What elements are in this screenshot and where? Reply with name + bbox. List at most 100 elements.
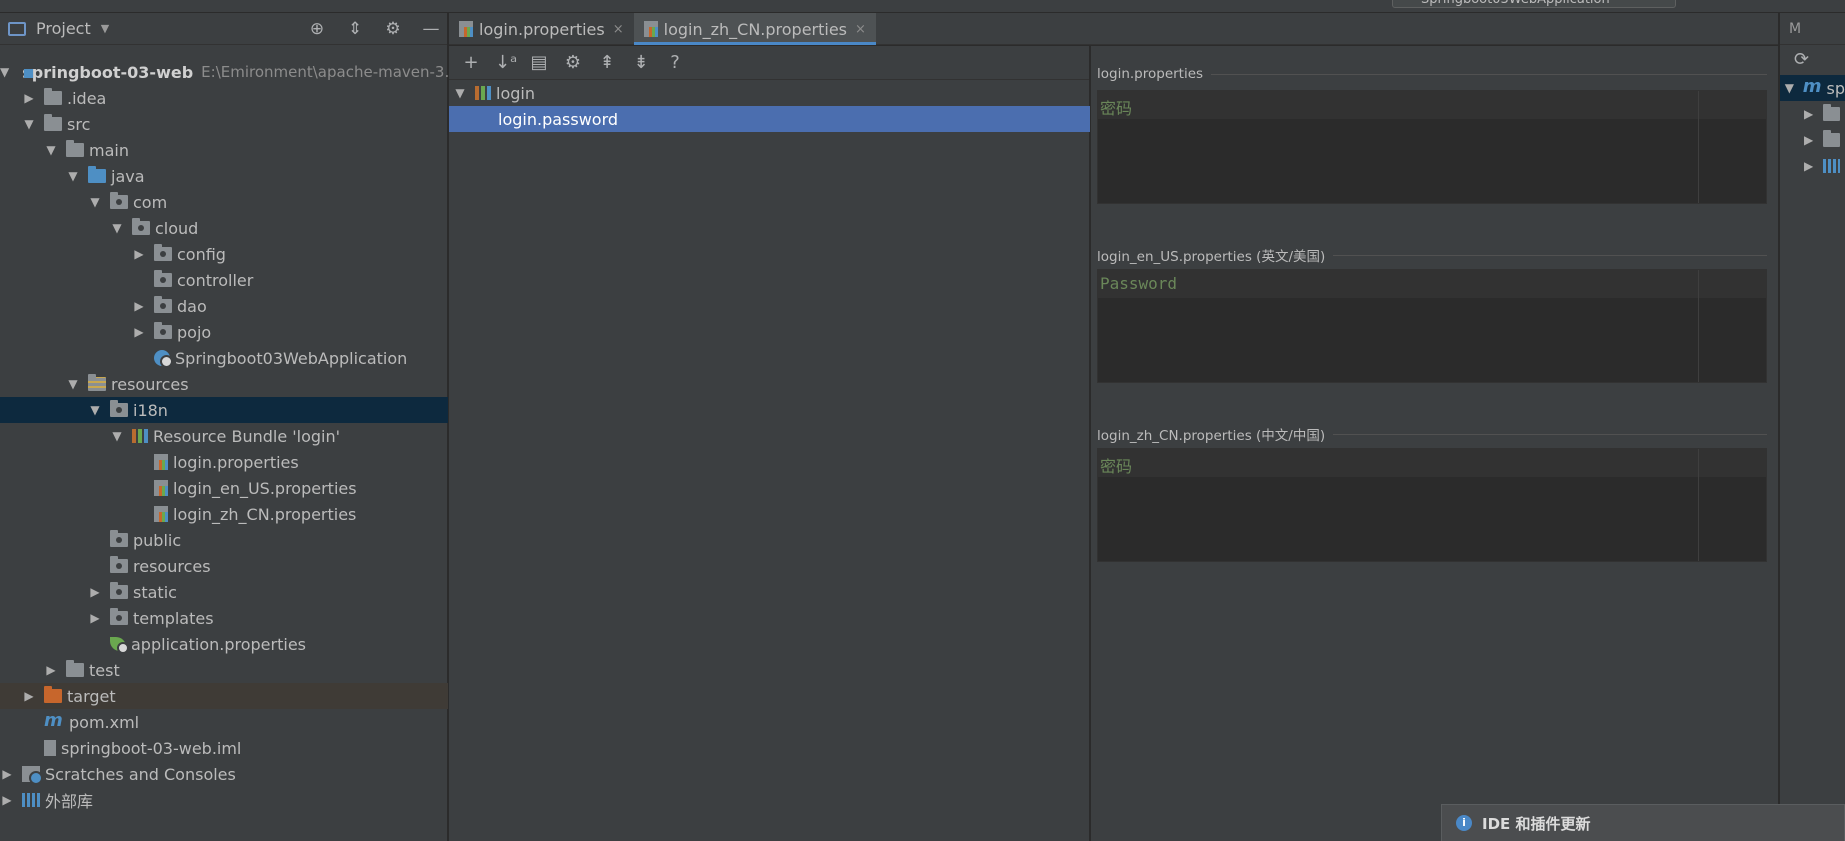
collapse-arrow-icon[interactable]: ▶: [0, 767, 14, 781]
expand-arrow-icon[interactable]: ▼: [88, 195, 102, 209]
properties-file-icon: [459, 21, 473, 37]
tree-item-scratches[interactable]: ▶ Scratches and Consoles: [0, 761, 448, 787]
tab-label: login.properties: [479, 19, 605, 39]
package-icon: [154, 270, 172, 287]
tree-item-pojo[interactable]: ▶ pojo: [0, 319, 448, 345]
expand-arrow-icon[interactable]: ▼: [88, 403, 102, 417]
collapse-arrow-icon[interactable]: ▶: [1802, 133, 1815, 147]
maven-plugins-item[interactable]: ▶: [1780, 127, 1845, 153]
refresh-icon[interactable]: ⟳: [1780, 45, 1845, 75]
value-editor-en-us[interactable]: Password: [1097, 269, 1767, 383]
collapse-arrow-icon[interactable]: ▶: [1802, 159, 1815, 173]
tree-item-i18n[interactable]: ▼ i18n: [0, 397, 448, 423]
tree-item-iml[interactable]: ▶ springboot-03-web.iml: [0, 735, 448, 761]
expand-arrow-icon[interactable]: ▼: [44, 143, 58, 157]
expand-arrow-icon[interactable]: ▼: [110, 221, 124, 235]
value-editor-default[interactable]: 密码: [1097, 90, 1767, 204]
tree-item-static[interactable]: ▶ static: [0, 579, 448, 605]
sort-icon[interactable]: ↓ᵃ: [495, 52, 517, 73]
notification-text: IDE 和插件更新: [1482, 814, 1591, 833]
add-icon[interactable]: +: [461, 52, 481, 73]
maven-lifecycle-item[interactable]: ▶: [1780, 101, 1845, 127]
tree-item-login-en-us-properties[interactable]: ▶ login_en_US.properties: [0, 475, 448, 501]
tree-item-dao[interactable]: ▶ dao: [0, 293, 448, 319]
expand-arrow-icon[interactable]: ▼: [1784, 81, 1795, 95]
tree-item-application-class[interactable]: ▶ Springboot03WebApplication: [0, 345, 448, 371]
tree-item-resources-sub[interactable]: ▶ resources: [0, 553, 448, 579]
collapse-arrow-icon[interactable]: ▶: [88, 611, 102, 625]
tree-item-target[interactable]: ▶ target: [0, 683, 448, 709]
tree-item-cloud[interactable]: ▼ cloud: [0, 215, 448, 241]
tree-item-external-libraries[interactable]: ▶ 外部库: [0, 787, 448, 813]
close-icon[interactable]: ×: [613, 22, 624, 37]
run-configuration-selector[interactable]: Springboot03WebApplication: [1392, 0, 1676, 8]
collapse-arrow-icon[interactable]: ▶: [22, 689, 36, 703]
help-icon[interactable]: ?: [665, 52, 685, 73]
update-notification[interactable]: i IDE 和插件更新: [1441, 804, 1845, 841]
tree-item-label: login.properties: [173, 452, 299, 472]
iml-file-icon: [44, 740, 56, 756]
value-text[interactable]: 密码: [1098, 449, 1766, 477]
tree-item-application-properties[interactable]: ▶ application.properties: [0, 631, 448, 657]
collapse-all-icon[interactable]: ⇟: [631, 52, 651, 73]
tree-item-idea[interactable]: ▶ .idea: [0, 85, 448, 111]
hide-panel-icon[interactable]: —: [421, 19, 441, 39]
locate-file-icon[interactable]: ⊕: [307, 19, 327, 39]
tree-item-test[interactable]: ▶ test: [0, 657, 448, 683]
collapse-arrow-icon[interactable]: ▶: [88, 585, 102, 599]
maven-dependencies-item[interactable]: ▶: [1780, 153, 1845, 179]
tree-item-controller[interactable]: ▶ controller: [0, 267, 448, 293]
collapse-arrow-icon[interactable]: ▶: [0, 793, 14, 807]
collapse-arrow-icon[interactable]: ▶: [132, 247, 146, 261]
tree-item-label: i18n: [133, 400, 168, 420]
tree-item-label: pojo: [177, 322, 212, 342]
tree-item-src[interactable]: ▼ src: [0, 111, 448, 137]
bundle-key-login-password[interactable]: login.password: [449, 106, 1090, 132]
close-icon[interactable]: ×: [855, 22, 866, 37]
properties-file-icon: [643, 21, 658, 37]
tab-login-properties[interactable]: login.properties ×: [449, 13, 634, 45]
chevron-down-icon[interactable]: ▼: [101, 22, 109, 35]
tree-item-label: .idea: [67, 88, 107, 108]
expand-all-icon[interactable]: ⇞: [597, 52, 617, 73]
tree-item-main[interactable]: ▼ main: [0, 137, 448, 163]
collapse-arrow-icon[interactable]: ▶: [132, 299, 146, 313]
tree-item-java[interactable]: ▼ java: [0, 163, 448, 189]
group-by-prefix-icon[interactable]: ▤: [529, 52, 549, 73]
tree-item-pom[interactable]: ▶ m pom.xml: [0, 709, 448, 735]
expand-arrow-icon[interactable]: ▼: [66, 377, 80, 391]
collapse-arrow-icon[interactable]: ▶: [132, 325, 146, 339]
tree-item-resource-bundle[interactable]: ▼ Resource Bundle 'login': [0, 423, 448, 449]
gear-icon[interactable]: ⚙: [383, 19, 403, 39]
folder-icon: [1823, 130, 1840, 147]
expand-arrow-icon[interactable]: ▼: [22, 117, 36, 131]
tree-item-resources[interactable]: ▼ resources: [0, 371, 448, 397]
tree-item-label: springboot-03-web: [22, 62, 194, 82]
tree-item-com[interactable]: ▼ com: [0, 189, 448, 215]
value-text[interactable]: Password: [1098, 270, 1766, 298]
excluded-folder-icon: [44, 686, 62, 703]
tree-item-project-root[interactable]: ▼ springboot-03-web E:\Emironment\apache…: [0, 59, 464, 85]
tab-login-zh-cn-properties[interactable]: login_zh_CN.properties ×: [633, 13, 877, 45]
value-text[interactable]: 密码: [1098, 91, 1766, 119]
maven-icon: m: [44, 710, 63, 731]
tree-item-public[interactable]: ▶ public: [0, 527, 448, 553]
tree-item-config[interactable]: ▶ config: [0, 241, 448, 267]
maven-root-item[interactable]: ▼ m sp: [1780, 75, 1845, 101]
tree-item-login-zh-cn-properties[interactable]: ▶ login_zh_CN.properties: [0, 501, 448, 527]
project-panel-title[interactable]: Project: [36, 19, 91, 38]
collapse-arrow-icon[interactable]: ▶: [22, 91, 36, 105]
expand-arrow-icon[interactable]: ▼: [453, 86, 467, 100]
collapse-all-icon[interactable]: ⇕: [345, 19, 365, 39]
collapse-arrow-icon[interactable]: ▶: [44, 663, 58, 677]
expand-arrow-icon[interactable]: ▼: [0, 65, 9, 79]
expand-arrow-icon[interactable]: ▼: [66, 169, 80, 183]
tree-item-login-properties[interactable]: ▶ login.properties: [0, 449, 448, 475]
bundle-tree-root[interactable]: ▼ login: [449, 80, 1090, 106]
maven-panel-header[interactable]: M: [1780, 13, 1845, 45]
value-editor-zh-cn[interactable]: 密码: [1097, 448, 1767, 562]
gear-icon[interactable]: ⚙: [563, 52, 583, 73]
expand-arrow-icon[interactable]: ▼: [110, 429, 124, 443]
tree-item-templates[interactable]: ▶ templates: [0, 605, 448, 631]
collapse-arrow-icon[interactable]: ▶: [1802, 107, 1815, 121]
